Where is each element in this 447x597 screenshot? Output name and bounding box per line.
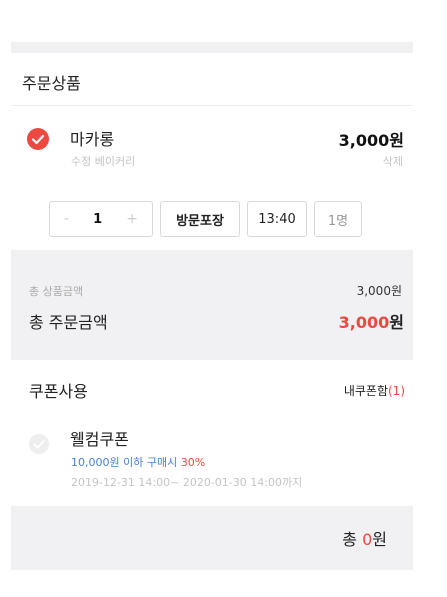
check-icon: [33, 440, 45, 449]
order-total-amount: 3,000: [338, 313, 390, 332]
coupon-condition: 10,000원 이하 구매시 30%: [71, 454, 205, 470]
quantity-stepper[interactable]: - 1 +: [49, 201, 153, 237]
product-total-label: 총 상품금액: [29, 285, 84, 298]
coupon-condition-text: 10,000원 이하 구매시: [71, 456, 178, 469]
order-total-label: 총 주문금액: [29, 313, 108, 332]
quantity-value: 1: [93, 211, 103, 227]
order-total-unit: 원: [389, 313, 404, 332]
top-divider: [11, 42, 413, 53]
item-name: 마카롱: [70, 130, 115, 149]
plus-button[interactable]: +: [126, 211, 138, 227]
summary-panel: [11, 250, 413, 350]
header-separator: [11, 105, 413, 106]
time-select[interactable]: 13:40: [247, 201, 307, 237]
order-total-value: 3,000원: [339, 309, 404, 333]
coupon-total: 총 0원: [342, 526, 387, 550]
delete-button[interactable]: 삭제: [383, 153, 403, 169]
coupon-discount: 30%: [180, 456, 206, 469]
coupon-checkbox[interactable]: [29, 434, 49, 454]
people-select[interactable]: 1명: [314, 201, 362, 237]
coupon-section-title: 쿠폰사용: [29, 382, 88, 401]
coupon-total-unit: 원: [372, 530, 387, 549]
check-icon: [31, 134, 45, 145]
my-coupons-label: 내쿠폰함: [343, 384, 388, 398]
section-divider: [11, 350, 413, 360]
pickup-option-button[interactable]: 방문포장: [160, 201, 240, 237]
product-total-value: 3,000원: [356, 284, 402, 298]
my-coupons-link[interactable]: 내쿠폰함(1): [344, 382, 405, 399]
minus-button[interactable]: -: [64, 211, 69, 227]
coupon-period: 2019-12-31 14:00~ 2020-01-30 14:00까지: [71, 476, 303, 489]
coupon-name: 웰컴쿠폰: [70, 430, 129, 449]
order-section-title: 주문상품: [22, 74, 81, 93]
coupon-total-label: 총: [342, 530, 357, 549]
coupon-total-amount: 0: [362, 530, 373, 549]
item-price: 3,000원: [338, 131, 404, 150]
item-checkbox[interactable]: [27, 128, 49, 150]
my-coupons-count: (1): [388, 384, 405, 398]
item-store: 수정 베이커리: [71, 155, 136, 168]
